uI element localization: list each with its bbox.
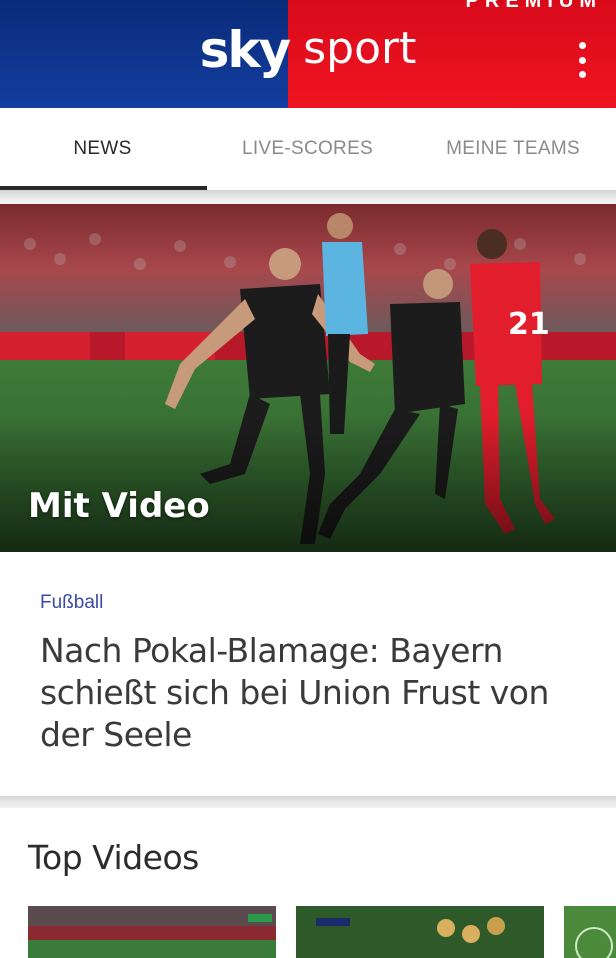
video-thumbnail-3[interactable] (564, 906, 616, 958)
article-category: Fußball (40, 592, 104, 613)
more-options-button[interactable] (568, 42, 596, 78)
video-thumbnail-2[interactable] (296, 906, 544, 958)
football-pitch-thumbnail (28, 906, 276, 958)
pitch-thumbnail (564, 906, 616, 958)
tab-live-scores[interactable]: LIVE-SCORES (205, 108, 410, 190)
tab-news[interactable]: NEWS (0, 108, 207, 190)
section-divider (0, 796, 616, 808)
article-headline: Nach Pokal-Blamage: Bayern schießt sich … (40, 631, 549, 754)
players-thumbnail (296, 906, 544, 958)
tab-meine-teams[interactable]: MEINE TEAMS (410, 108, 616, 190)
sky-sport-logo[interactable]: sky sport (0, 0, 616, 108)
top-videos-title: Top Videos (28, 838, 199, 877)
video-thumbnail-1[interactable] (28, 906, 276, 958)
featured-article-card[interactable]: Fußball Nach Pokal-Blamage: Bayern schie… (0, 552, 616, 796)
more-vertical-icon (578, 42, 586, 49)
tab-bar-shadow (0, 190, 616, 204)
logo-sport-text: sport (303, 22, 417, 74)
top-peek-text: PREMIUM (465, 0, 602, 12)
mit-video-badge: Mit Video (28, 486, 210, 526)
tab-bar: NEWS LIVE-SCORES MEINE TEAMS (0, 108, 616, 190)
logo-sky-text: sky (199, 21, 292, 79)
